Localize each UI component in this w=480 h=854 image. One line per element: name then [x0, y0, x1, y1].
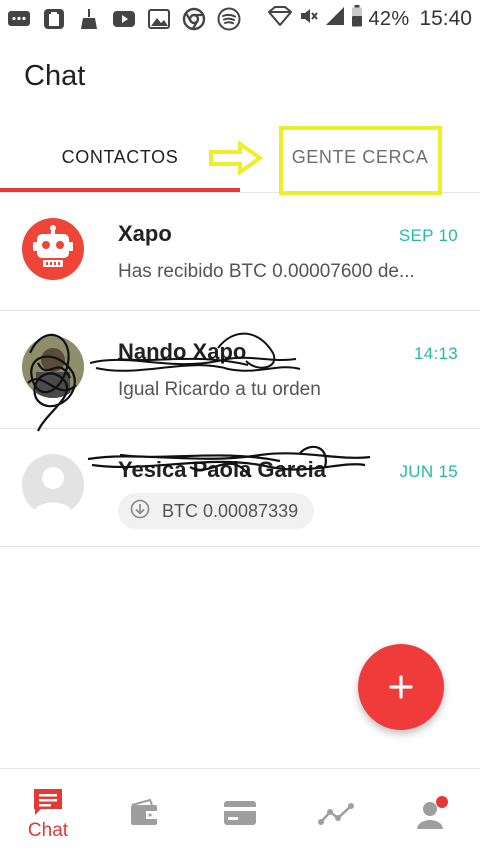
nav-profile[interactable] — [384, 769, 480, 854]
broom-icon — [76, 7, 102, 31]
nav-stats[interactable] — [288, 769, 384, 854]
youtube-icon — [111, 7, 137, 31]
vpn-diamond-icon — [267, 6, 293, 32]
plus-icon — [389, 675, 413, 699]
clipboard-icon — [41, 7, 67, 31]
nav-cards[interactable] — [192, 769, 288, 854]
chat-name: Nando Xapo — [118, 339, 247, 364]
contact-photo-avatar — [22, 336, 84, 398]
btc-amount: BTC 0.00087339 — [162, 500, 299, 521]
nav-wallet[interactable] — [96, 769, 192, 854]
chat-preview: Igual Ricardo a tu orden — [118, 379, 321, 400]
annotation-highlight-box — [279, 126, 442, 195]
nav-chat-label: Chat — [27, 820, 69, 841]
chat-row-xapo[interactable]: Xapo SEP 10 Has recibido BTC 0.00007600 … — [0, 193, 480, 311]
chat-list: Xapo SEP 10 Has recibido BTC 0.00007600 … — [0, 193, 480, 547]
annotation-arrow-icon — [209, 141, 264, 175]
profile-icon — [417, 796, 448, 829]
battery-percent: 42% — [368, 7, 410, 30]
mute-icon — [299, 6, 319, 32]
download-circle-icon — [130, 499, 150, 524]
chat-time: SEP 10 — [398, 226, 458, 245]
page-title: Chat — [24, 60, 86, 92]
btc-transaction-chip: BTC 0.00087339 — [118, 493, 315, 529]
bottom-nav: Chat — [0, 768, 480, 854]
spotify-icon — [216, 7, 242, 31]
clock: 15:40 — [419, 7, 472, 30]
chat-preview: Has recibido BTC 0.00007600 de... — [118, 261, 415, 282]
new-chat-button[interactable] — [358, 644, 444, 730]
wallet-icon — [131, 798, 157, 825]
status-bar: 42% 15:40 — [0, 0, 480, 38]
chat-name: Yesica Paola Garcia — [118, 457, 326, 482]
robot-avatar-icon — [22, 218, 84, 280]
chat-row-yesica[interactable]: Yesica Paola Garcia JUN 15 BTC 0.0008733… — [0, 429, 480, 547]
chat-time: JUN 15 — [399, 462, 458, 481]
chrome-icon — [181, 7, 207, 31]
chat-bubble-icon — [6, 7, 32, 31]
battery-icon — [351, 5, 363, 33]
image-icon — [146, 7, 172, 31]
nav-chat[interactable]: Chat — [0, 769, 96, 854]
person-placeholder-icon — [22, 454, 84, 516]
chat-icon — [34, 789, 62, 815]
signal-icon — [325, 6, 345, 32]
chat-row-nando[interactable]: Nando Xapo 14:13 Igual Ricardo a tu orde… — [0, 311, 480, 432]
chat-time: 14:13 — [413, 344, 458, 363]
tab-contactos[interactable]: CONTACTOS — [0, 122, 240, 192]
card-icon — [224, 801, 256, 825]
chart-icon — [318, 803, 354, 825]
chat-name: Xapo — [118, 221, 172, 246]
